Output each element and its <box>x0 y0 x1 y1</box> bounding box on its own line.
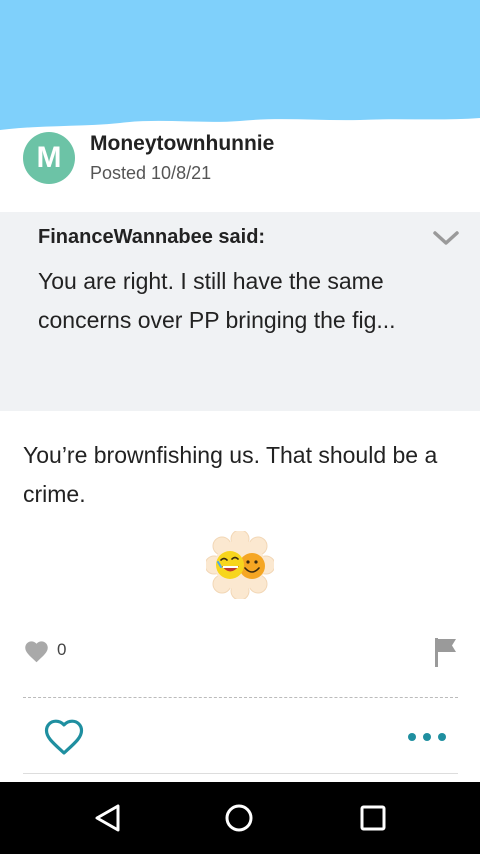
quote-author: FinanceWannabee said: <box>38 226 266 248</box>
heart-filled-icon[interactable] <box>23 638 50 665</box>
flag-icon[interactable] <box>433 636 459 668</box>
heart-outline-icon[interactable] <box>42 718 86 758</box>
author-name[interactable]: Moneytownhunnie <box>90 132 274 156</box>
laughing-and-smiling-faces-sticker <box>204 529 276 601</box>
back-triangle-icon[interactable] <box>88 798 128 838</box>
recents-square-icon[interactable] <box>353 798 393 838</box>
divider <box>23 773 458 774</box>
divider <box>23 697 458 698</box>
post-date: Posted 10/8/21 <box>90 163 212 183</box>
post-header: M Moneytownhunnie Posted 10/8/21 <box>23 132 463 188</box>
more-dots-icon[interactable] <box>404 725 450 749</box>
quote-text: You are right. I still have the same con… <box>38 268 396 333</box>
chevron-down-icon[interactable] <box>431 228 461 248</box>
like-count: 0 <box>57 640 67 659</box>
avatar[interactable]: M <box>23 132 75 184</box>
home-circle-icon[interactable] <box>219 798 259 838</box>
header-banner <box>0 0 480 135</box>
post-body: You’re brownfishing us. That should be a… <box>23 442 438 507</box>
